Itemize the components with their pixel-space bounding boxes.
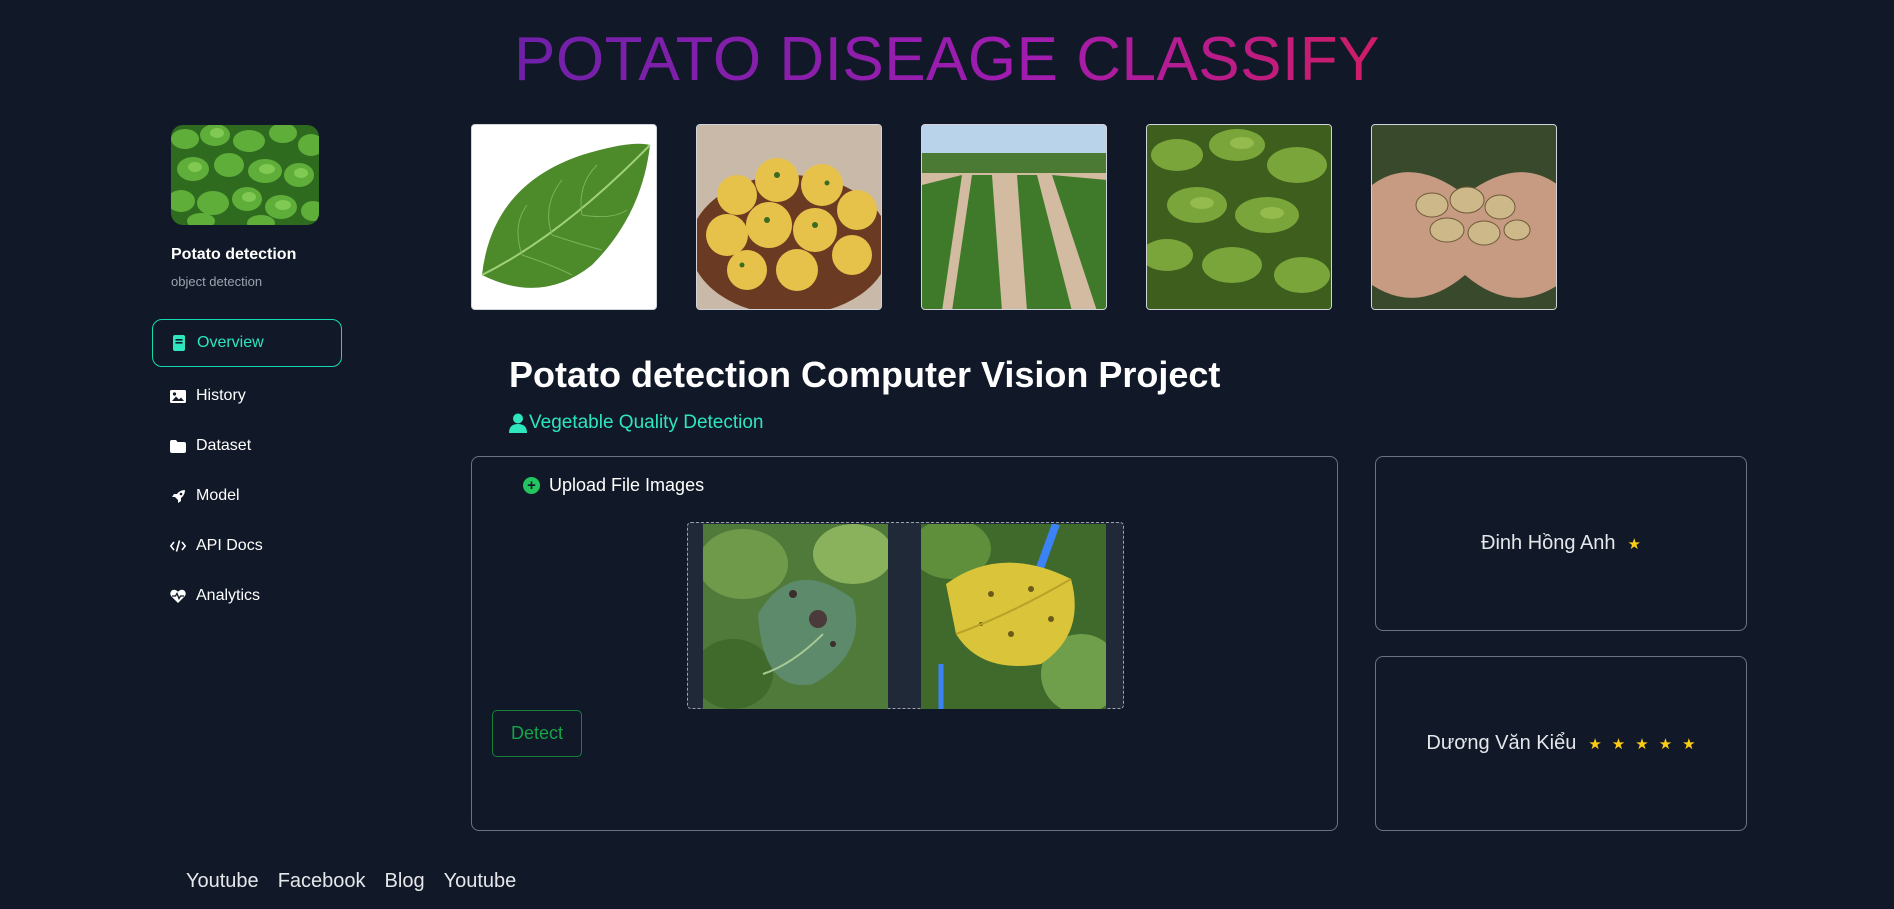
rating-author: Đinh Hồng Anh (1481, 532, 1616, 554)
star-rating: ★ ★ ★ ★ ★ (1588, 735, 1695, 753)
detect-button[interactable]: Detect (492, 710, 582, 757)
footer-link-youtube[interactable]: Youtube (444, 870, 517, 893)
book-icon (171, 335, 187, 351)
project-thumbnail (171, 125, 319, 225)
sidebar-item-overview[interactable]: Overview (152, 319, 342, 367)
footer-link-youtube[interactable]: Youtube (186, 870, 259, 893)
upload-panel: + Upload File Images Detect (471, 456, 1338, 831)
upload-file-button[interactable]: + Upload File Images (523, 475, 704, 496)
gallery-image-potato-field (921, 124, 1107, 310)
page-header-title: POTATO DISEAGE CLASSIFY (0, 22, 1894, 98)
footer-links: Youtube Facebook Blog Youtube (186, 870, 516, 893)
rocket-icon (170, 488, 186, 504)
star-icon: ★ (1611, 735, 1626, 753)
footer-link-facebook[interactable]: Facebook (278, 870, 366, 893)
star-rating: ★ (1628, 535, 1641, 553)
star-icon: ★ (1635, 735, 1649, 753)
sidebar-item-label: History (196, 387, 246, 404)
project-name: Potato detection (171, 246, 297, 263)
project-category-label: Vegetable Quality Detection (529, 412, 764, 433)
rating-card: Đinh Hồng Anh ★ (1375, 456, 1747, 631)
plus-circle-icon: + (523, 477, 540, 494)
star-icon: ★ (1658, 735, 1673, 753)
gallery-image-potato-plants (1146, 124, 1332, 310)
sidebar-item-label: Model (196, 487, 240, 504)
sidebar-item-label: Dataset (196, 437, 252, 454)
upload-label: Upload File Images (549, 475, 705, 495)
star-icon: ★ (1627, 535, 1641, 553)
gallery-image-leaf (471, 124, 657, 310)
gallery-image-boiled-potatoes (696, 124, 882, 310)
project-category-link[interactable]: Vegetable Quality Detection (509, 412, 764, 434)
sidebar-item-label: Analytics (196, 587, 261, 604)
sidebar-item-history[interactable]: History (152, 372, 342, 420)
heart-pulse-icon (170, 588, 186, 604)
sidebar-item-label: Overview (197, 334, 264, 351)
sidebar-item-api-docs[interactable]: API Docs (152, 522, 342, 570)
footer-link-blog[interactable]: Blog (385, 870, 425, 893)
image-icon (170, 388, 186, 404)
gallery-image-hands-with-potatoes (1371, 124, 1557, 310)
rating-card: Dương Văn Kiểu ★ ★ ★ ★ ★ (1375, 656, 1747, 831)
page-title: Potato detection Computer Vision Project (509, 354, 1221, 395)
code-icon (170, 538, 186, 554)
sidebar-item-analytics[interactable]: Analytics (152, 572, 342, 620)
sidebar-item-label: API Docs (196, 537, 263, 554)
uploaded-image-yellow-leaf (921, 524, 1106, 709)
user-icon (509, 413, 527, 433)
star-icon: ★ (1588, 735, 1602, 753)
project-subtitle: object detection (171, 274, 263, 289)
folder-icon (170, 438, 186, 454)
sidebar-item-model[interactable]: Model (152, 472, 342, 520)
image-dropzone[interactable] (687, 522, 1124, 709)
star-icon: ★ (1682, 735, 1696, 753)
uploaded-image-blight-leaf (703, 524, 888, 709)
sidebar-item-dataset[interactable]: Dataset (152, 422, 342, 470)
rating-author: Dương Văn Kiểu (1426, 732, 1577, 754)
